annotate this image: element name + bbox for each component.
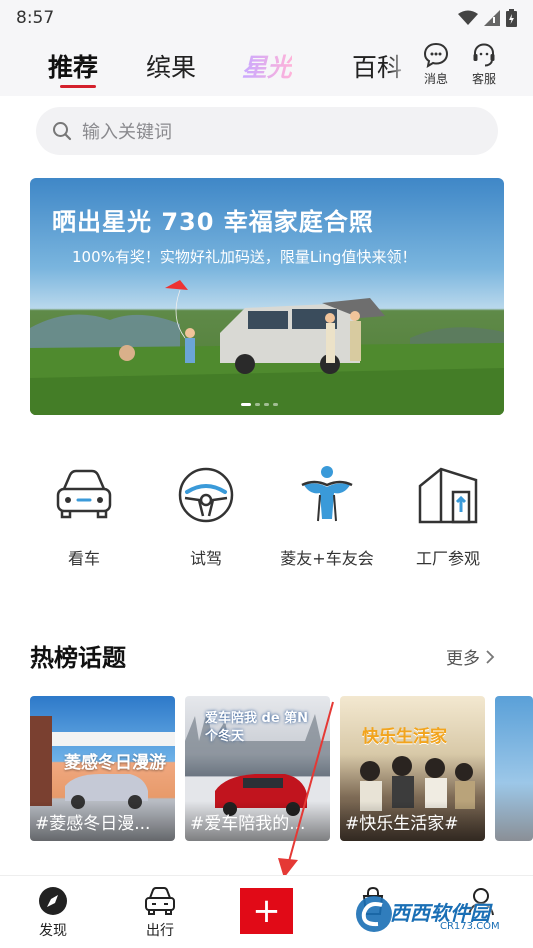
more-topics-link[interactable]: 更多 [446,644,495,669]
factory-icon [418,467,478,524]
more-label: 更多 [446,649,480,669]
create-post-button[interactable]: + [240,888,293,934]
compass-icon [39,887,67,915]
banner-pagination [241,403,278,406]
topic-card[interactable]: 快乐生活家 #快乐生活家# [340,696,485,841]
topic-overlay-title: 快乐生活家 [362,727,447,747]
bottom-nav-discover[interactable]: 发现 [18,886,88,940]
battery-icon [506,9,517,27]
top-nav: 推荐 缤果 星光 百科 消息 客服 [0,36,533,96]
banner-dot [264,403,269,406]
topic-label: #快乐生活家# [340,801,485,841]
messages-button[interactable]: 消息 [416,42,456,87]
status-icons [458,9,517,27]
tab-recommend[interactable]: 推荐 [48,48,98,84]
tab-binguo[interactable]: 缤果 [146,48,196,84]
banner-dot [273,403,278,406]
tab-xingguang[interactable]: 星光 [242,48,292,84]
banner-title: 晒出星光 730 幸福家庭合照 [52,208,374,236]
annotation-arrow [278,701,334,878]
quick-link-club[interactable]: 菱友+车友会 [272,463,382,569]
banner-subtitle: 100%有奖！实物好礼加码送，限量Ling值快来领！ [72,248,417,266]
watermark-subtext: CR173.COM [440,921,500,932]
car-front-icon [56,469,112,519]
car-icon [145,887,175,915]
quick-link-label: 工厂参观 [415,549,480,568]
steering-wheel-icon [178,467,234,523]
quick-link-view-cars[interactable]: 看车 [29,463,139,569]
wifi-icon [458,10,478,25]
site-watermark: 西西软件园 CR173.COM [354,893,514,935]
messages-label: 消息 [423,72,448,86]
service-label: 客服 [471,72,496,86]
bottom-nav-travel[interactable]: 出行 [125,886,195,940]
quick-link-label: 看车 [67,549,100,568]
tabs-fade-mask [388,36,418,96]
plus-icon: + [252,891,281,931]
quick-link-factory-tour[interactable]: 工厂参观 [393,463,503,569]
banner-dot [255,403,260,406]
service-button[interactable]: 客服 [464,42,504,87]
search-icon [53,122,72,141]
status-time: 8:57 [16,8,55,28]
status-bar: 8:57 [0,0,533,36]
topic-card-partial[interactable] [495,696,533,841]
headset-icon [473,43,495,67]
message-icon [423,42,449,68]
search-placeholder: 输入关键词 [82,122,172,143]
quick-link-label: 菱友+车友会 [280,549,374,568]
search-input[interactable]: 输入关键词 [36,107,498,155]
quick-link-test-drive[interactable]: 试驾 [151,463,261,569]
quick-link-label: 试驾 [189,549,222,568]
topic-label: #菱感冬日漫... [30,801,175,841]
signal-icon [484,10,500,26]
bottom-nav-label: 出行 [146,923,174,939]
bottom-nav-label: 发现 [39,923,67,939]
active-tab-indicator [60,85,96,88]
club-figure-icon [301,466,353,522]
topic-overlay-title: 菱感冬日漫游 [64,753,166,773]
promo-banner[interactable]: 晒出星光 730 幸福家庭合照 100%有奖！实物好礼加码送，限量Ling值快来… [30,178,504,415]
chevron-right-icon [486,649,495,664]
topic-card[interactable]: 菱感冬日漫游 #菱感冬日漫... [30,696,175,841]
hot-topics-title: 热榜话题 [30,644,126,672]
banner-dot-active [241,403,251,406]
